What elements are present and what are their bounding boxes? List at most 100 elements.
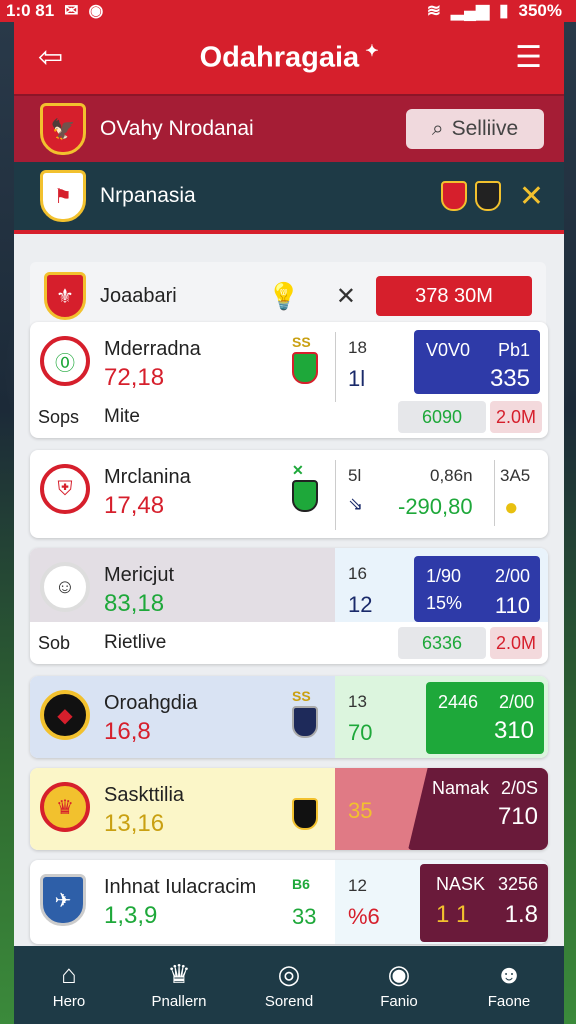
- battery-icon: ▮: [499, 1, 509, 20]
- odds-box[interactable]: Namak 2/0S 710: [408, 768, 548, 850]
- featured-team-row[interactable]: ⚜ Joaabari 💡 ✕ 378 30M: [30, 262, 546, 330]
- team-name: OVahy Nrodanai: [100, 117, 254, 140]
- club-score: 17,48: [104, 492, 165, 519]
- nav-item-home[interactable]: ⌂ Hero: [24, 961, 114, 1010]
- league-crest-icon: ⚑: [40, 170, 86, 222]
- odds-value: 310: [493, 717, 534, 744]
- menu-icon[interactable]: ☰: [515, 43, 542, 73]
- badge-label: ✕: [292, 462, 304, 478]
- match-card[interactable]: ◆ Oroahgdia 16,8 SS 13 70 2446 2/00 310: [30, 676, 548, 758]
- odds-label: Namak: [432, 778, 490, 798]
- close-icon[interactable]: ✕: [336, 282, 356, 311]
- odds-box[interactable]: V0V0 Pb1 335: [414, 330, 540, 394]
- nav-label: Fanio: [380, 992, 418, 1010]
- search-icon: ⌕: [431, 117, 444, 140]
- stat-value: %6: [348, 904, 380, 929]
- odds-label: NASK: [436, 874, 486, 894]
- match-card[interactable]: ☺ Mericjut 83,18 16 12 1/90 2/00 15% 110 S…: [30, 548, 548, 664]
- bottom-navigation: ⌂ Hero ♛ Pnallern ◎ Sorend ◉ Fanio ☻ Fao…: [14, 946, 564, 1024]
- club-name: Inhnat Iulacracim: [104, 876, 257, 898]
- odds-label: 2446: [438, 692, 479, 712]
- stat-value: 35: [348, 798, 373, 823]
- notification-icon: ✉: [64, 1, 79, 20]
- odds-box[interactable]: 2446 2/00 310: [426, 682, 544, 754]
- tag-icon: ⇘: [348, 494, 364, 514]
- club-name: Mericjut: [104, 564, 175, 586]
- featured-team-name: Joaabari: [100, 284, 177, 307]
- nav-item-faone[interactable]: ☻ Faone: [464, 961, 554, 1010]
- stat-value: 12: [348, 592, 373, 617]
- divider: [335, 460, 336, 530]
- signal-icon: ▂▄▆: [450, 1, 490, 20]
- app-window: ⇦ Odahragaia ✦ ☰ 🦅 OVahy Nrodanai ⌕ Selli…: [14, 22, 564, 1024]
- odds-value: 1.8: [504, 901, 538, 928]
- lightbulb-icon[interactable]: 💡: [268, 281, 300, 312]
- home-icon: ⌂: [61, 958, 77, 989]
- club-crest-icon: ⛨: [40, 464, 90, 514]
- odds-label: 2/00: [494, 566, 530, 586]
- close-icon[interactable]: ✕: [519, 179, 544, 214]
- stat-chip[interactable]: 2.0M: [490, 627, 542, 659]
- profile-icon: ☻: [495, 958, 523, 989]
- club-name: Oroahgdia: [104, 692, 198, 714]
- match-card[interactable]: ⓪ Mderradna 72,18 SS 18 1l V0V0 Pb1 335 S…: [30, 322, 548, 438]
- player-avatar: ☺: [40, 562, 90, 612]
- footer-label: Rietlive: [104, 632, 167, 653]
- footer-label: Sob: [38, 632, 71, 653]
- odds-label: 1/90: [426, 566, 462, 586]
- value-badge[interactable]: 378 30M: [376, 276, 532, 316]
- stat-value: 12: [348, 876, 367, 895]
- footer-label: Sops: [38, 406, 80, 427]
- mini-crest-icon: [474, 181, 501, 211]
- league-name: Nrpanasia: [100, 184, 196, 207]
- odds-box[interactable]: NASK 3256 1 1 1.8: [420, 864, 548, 942]
- match-card[interactable]: ✈ Inhnat Iulacracim 1,3,9 B6 33 12 %6 NA…: [30, 860, 548, 944]
- nav-item-fanio[interactable]: ◉ Fanio: [354, 961, 444, 1010]
- odds-value: 710: [497, 803, 538, 830]
- stat-value: 3A5: [500, 466, 531, 485]
- footer-label: Mite: [104, 406, 140, 427]
- stat-chip[interactable]: 6090: [398, 401, 486, 433]
- team-crest-icon: ⚜: [44, 272, 86, 320]
- match-card[interactable]: ♛ Saskttilia 13,16 35 Namak 2/0S 710: [30, 768, 548, 850]
- odds-value: 335: [489, 365, 530, 392]
- stat-value: 70: [348, 720, 373, 745]
- nav-label: Hero: [52, 992, 86, 1010]
- match-footer: Sob Rietlive 6336 2.0M: [30, 622, 548, 664]
- app-header: ⇦ Odahragaia ✦ ☰: [14, 22, 564, 94]
- settings-icon: ◉: [88, 1, 104, 20]
- club-name: Mrclanina: [104, 466, 191, 488]
- badge-label: B6: [292, 876, 310, 892]
- odds-value: 1 1: [436, 901, 470, 928]
- search-button[interactable]: ⌕ Selliive: [406, 109, 544, 149]
- stat-value: 33: [292, 904, 317, 929]
- shield-icon: [292, 480, 318, 512]
- status-bar: 1:0 81 ✉ ◉ ≋ ▂▄▆ ▮ 350%: [0, 0, 576, 22]
- stat-chip[interactable]: 6336: [398, 627, 486, 659]
- club-crest-icon: ♛: [40, 782, 90, 832]
- trophy-icon: ♛: [167, 958, 191, 989]
- team-bar: 🦅 OVahy Nrodanai ⌕ Selliive: [14, 94, 564, 162]
- nav-item-sorend[interactable]: ◎ Sorend: [244, 961, 334, 1010]
- stat-value: 16: [348, 564, 367, 583]
- stat-value: 1l: [348, 366, 366, 391]
- league-bar: ⚑ Nrpanasia ✕: [14, 162, 564, 234]
- camera-icon: ◉: [387, 958, 411, 989]
- stat-value: 18: [348, 338, 367, 357]
- badge-label: SS: [292, 334, 311, 350]
- match-card[interactable]: ⛨ Mrclanina 17,48 ✕ 5l ⇘ 0,86n -290,80 3…: [30, 450, 548, 538]
- stat-chip[interactable]: 2.0M: [490, 401, 542, 433]
- club-score: 13,16: [104, 810, 165, 837]
- whistle-icon[interactable]: ●: [504, 494, 519, 522]
- shield-icon: [292, 706, 318, 738]
- odds-box[interactable]: 1/90 2/00 15% 110: [414, 556, 540, 622]
- odds-label: 15%: [426, 593, 463, 613]
- odds-label: V0V0: [426, 340, 471, 360]
- team-crest-icon: 🦅: [40, 103, 86, 155]
- back-arrow-icon[interactable]: ⇦: [38, 43, 63, 73]
- shield-icon: [292, 798, 318, 830]
- page-title: Odahragaia ✦: [199, 41, 379, 74]
- odds-label: 3256: [497, 874, 538, 894]
- nav-item-pnallern[interactable]: ♛ Pnallern: [134, 961, 224, 1010]
- status-time: 1:0 81: [6, 1, 55, 20]
